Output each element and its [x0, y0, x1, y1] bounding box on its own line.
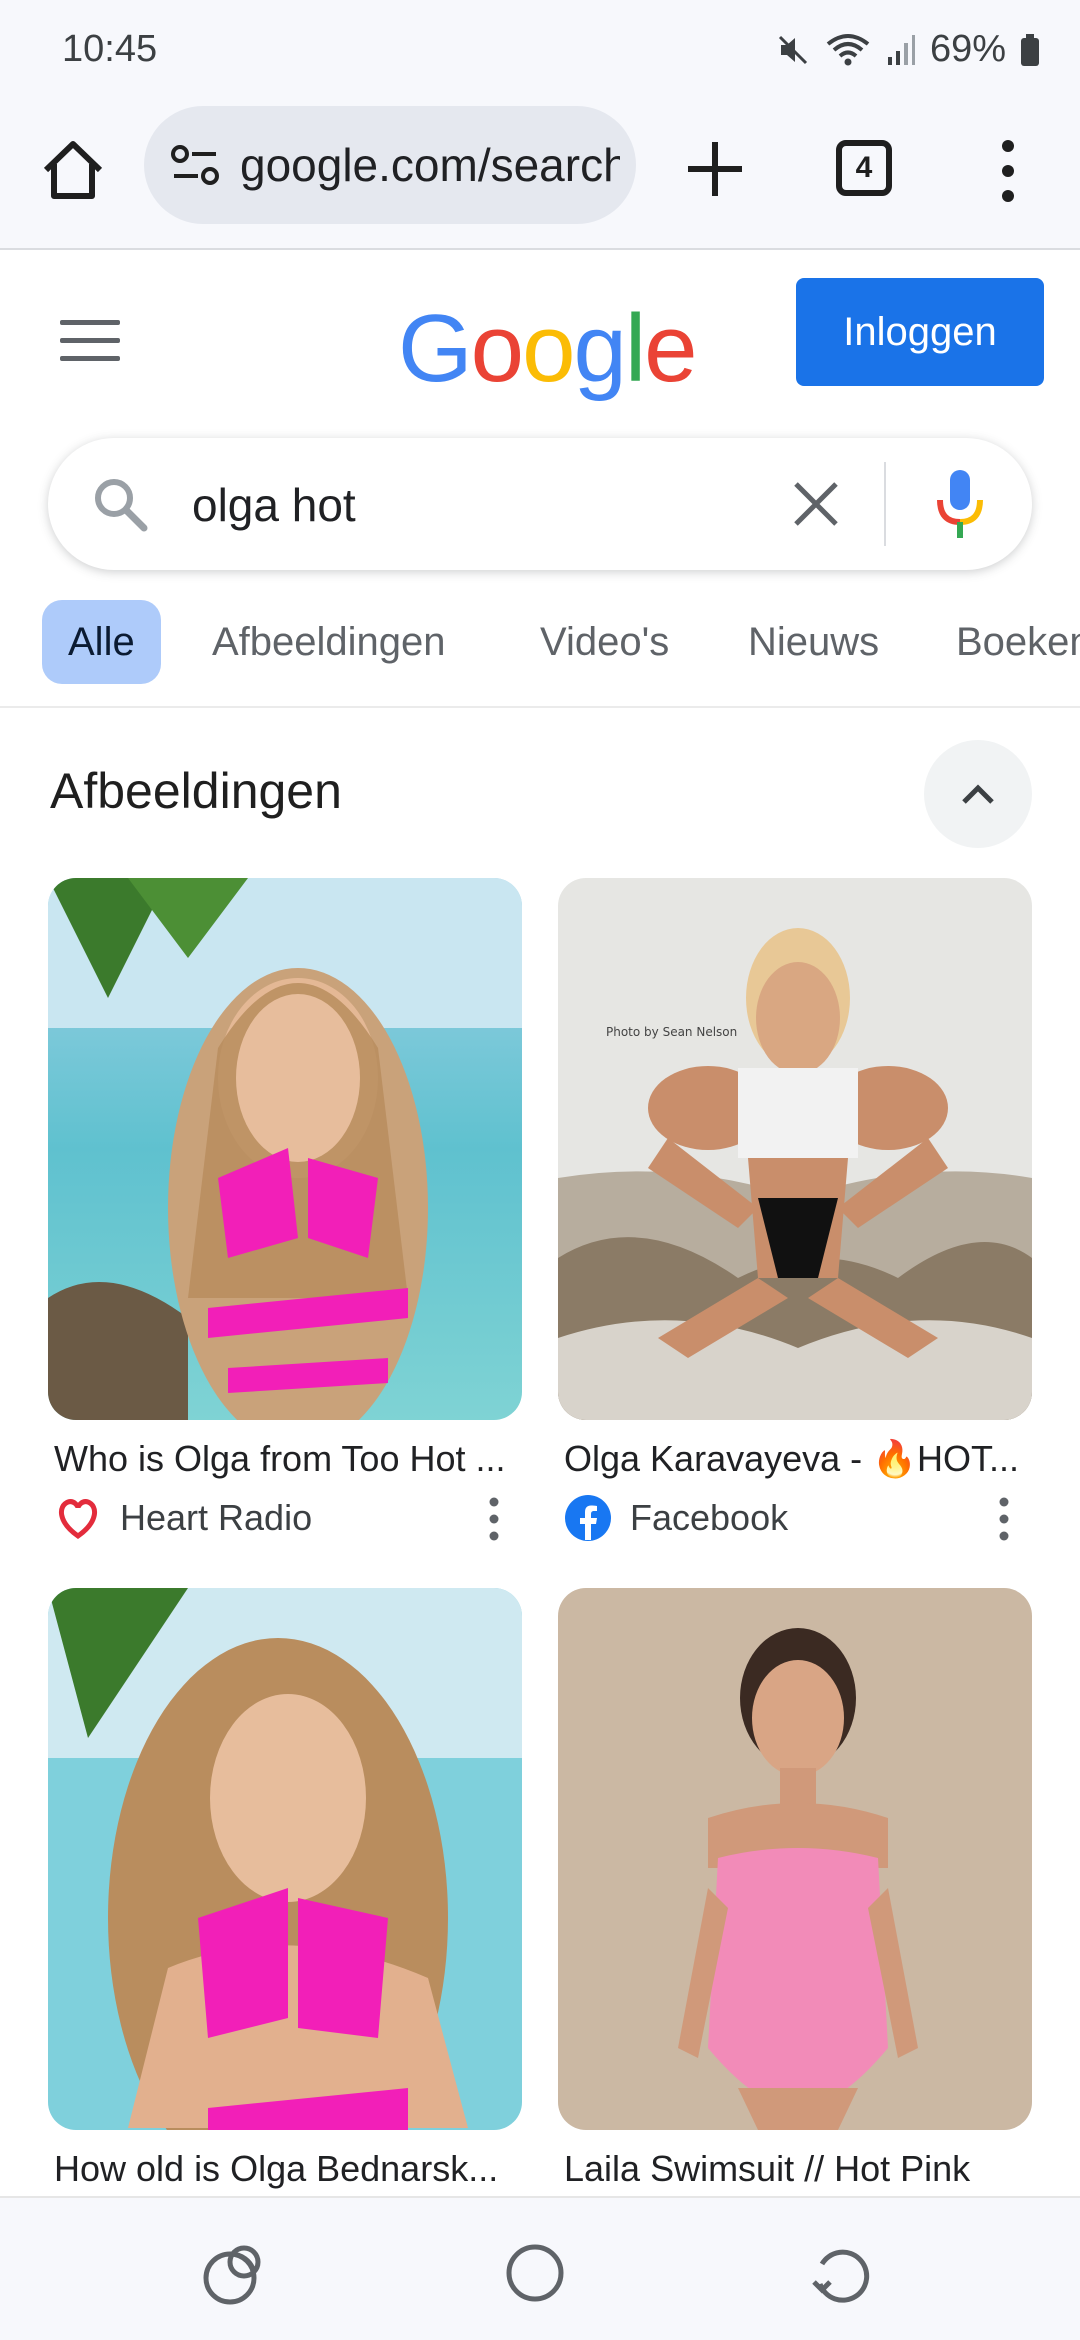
more-options-icon[interactable] — [488, 1496, 500, 1542]
tab-nieuws[interactable]: Nieuws — [722, 600, 905, 684]
result-source[interactable]: Heart Radio — [54, 1494, 312, 1542]
status-time: 10:45 — [62, 28, 158, 70]
system-navigation-bar — [0, 2196, 1080, 2340]
recents-icon[interactable] — [200, 2242, 266, 2308]
clear-icon[interactable] — [788, 476, 844, 532]
heart-radio-icon — [59, 1499, 97, 1540]
battery-percentage: 69% — [929, 28, 1006, 70]
new-tab-icon[interactable] — [680, 134, 750, 204]
collapse-button[interactable] — [924, 740, 1032, 848]
back-icon[interactable] — [806, 2242, 872, 2308]
home-nav-icon[interactable] — [504, 2242, 566, 2304]
tab-switcher-button[interactable]: 4 — [836, 140, 892, 196]
signal-icon — [887, 34, 915, 65]
tab-alle[interactable]: Alle — [42, 600, 161, 684]
menu-icon[interactable] — [60, 320, 120, 364]
url-text[interactable]: google.com/search — [240, 138, 620, 192]
battery-icon — [1021, 33, 1039, 66]
status-icons: 69% — [776, 28, 1040, 71]
search-tabs: Alle Afbeeldingen Video's Nieuws Boeken — [0, 596, 1080, 708]
search-input[interactable]: olga hot — [192, 478, 356, 532]
signin-button[interactable]: Inloggen — [796, 278, 1044, 386]
search-icon — [95, 479, 148, 532]
wifi-icon — [826, 33, 870, 65]
images-section-title: Afbeeldingen — [50, 763, 342, 819]
mute-icon — [778, 35, 807, 64]
microphone-icon[interactable] — [934, 468, 986, 540]
google-header: Google Inloggen — [0, 252, 1080, 422]
tab-boeken[interactable]: Boeken — [930, 600, 1080, 684]
source-name: Facebook — [630, 1497, 789, 1538]
chevron-up-icon — [962, 784, 994, 804]
source-name: Heart Radio — [120, 1497, 313, 1538]
facebook-icon — [565, 1495, 611, 1541]
status-bar: 10:45 69% — [0, 0, 1080, 100]
result-title[interactable]: How old is Olga Bednarsk... — [54, 2148, 524, 2190]
photo-watermark: Photo by Sean Nelson — [606, 1025, 737, 1039]
result-image[interactable] — [48, 878, 522, 1420]
google-logo[interactable]: Google — [398, 294, 698, 404]
search-divider — [884, 462, 886, 546]
search-box[interactable]: olga hot — [48, 438, 1032, 570]
result-image[interactable] — [48, 1588, 522, 2130]
result-title[interactable]: Olga Karavayeva - 🔥HOT... — [564, 1438, 1034, 1480]
result-source[interactable]: Facebook — [564, 1494, 788, 1542]
result-title[interactable]: Who is Olga from Too Hot ... — [54, 1438, 524, 1480]
tab-afbeeldingen[interactable]: Afbeeldingen — [186, 600, 472, 684]
result-title[interactable]: Laila Swimsuit // Hot Pink — [564, 2148, 1034, 2190]
result-image[interactable]: Photo by Sean Nelson — [558, 878, 1032, 1420]
home-icon[interactable] — [40, 138, 106, 204]
result-image[interactable] — [558, 1588, 1032, 2130]
more-options-icon[interactable] — [998, 1496, 1010, 1542]
site-settings-icon[interactable] — [170, 142, 220, 188]
tab-videos[interactable]: Video's — [514, 600, 695, 684]
browser-toolbar: google.com/search 4 — [0, 100, 1080, 250]
address-bar[interactable]: google.com/search — [144, 106, 636, 224]
more-menu-icon[interactable] — [990, 136, 1026, 206]
